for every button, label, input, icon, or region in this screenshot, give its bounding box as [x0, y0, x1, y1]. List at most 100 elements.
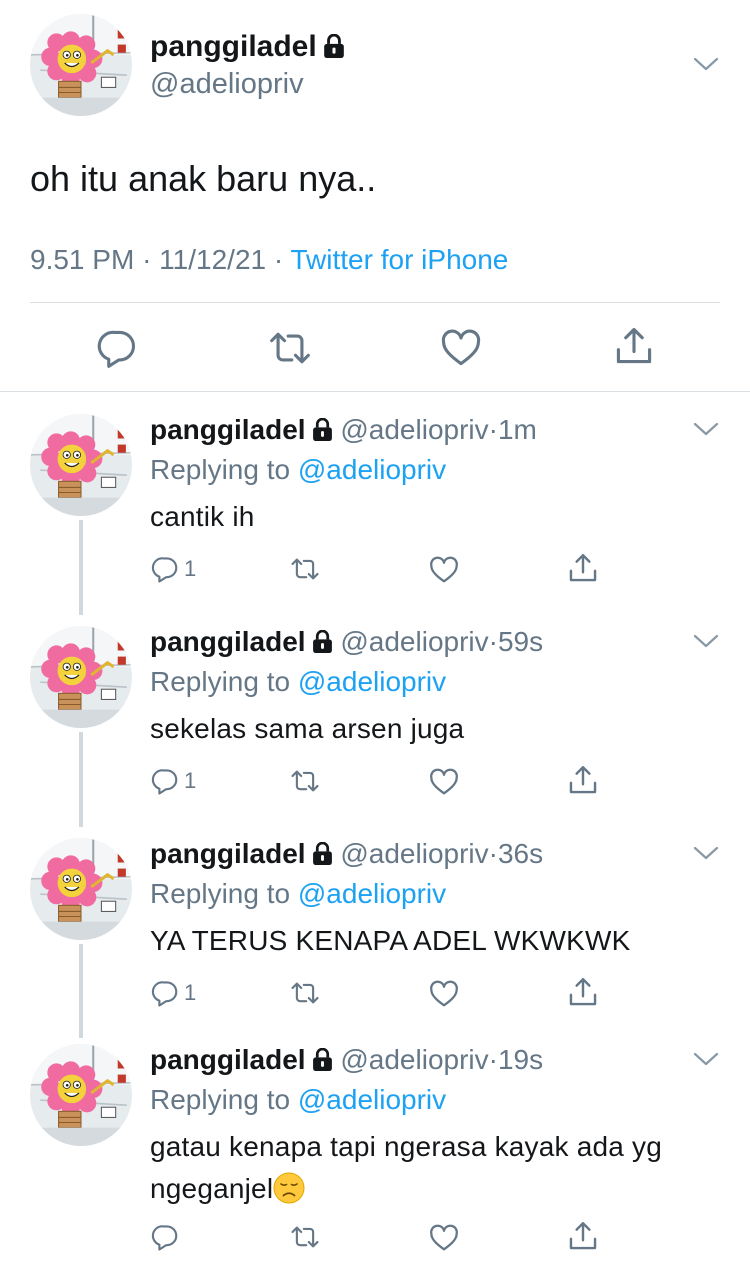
- dot-separator: ·: [488, 1044, 498, 1075]
- reply-tweet[interactable]: panggiladel @adeliopriv·19s Replying to …: [0, 1040, 750, 1265]
- replying-to: Replying to @adeliopriv: [150, 1084, 446, 1116]
- timestamp: 36s: [497, 838, 544, 869]
- reply-button[interactable]: [95, 326, 139, 370]
- lock-icon: [312, 418, 333, 441]
- like-button[interactable]: [427, 1222, 461, 1254]
- dot-separator: ·: [488, 414, 498, 445]
- retweet-button[interactable]: [287, 554, 323, 584]
- timestamp: 1m: [497, 414, 537, 445]
- share-button[interactable]: [612, 324, 656, 368]
- tweet-date: 11/12/21: [159, 244, 267, 275]
- avatar[interactable]: [30, 838, 132, 940]
- retweet-button[interactable]: [287, 1222, 323, 1252]
- reply-count: 1: [184, 556, 197, 581]
- reply-header: panggiladel @adeliopriv·19s: [150, 1044, 543, 1076]
- avatar[interactable]: [30, 1044, 132, 1146]
- display-name[interactable]: panggiladel: [150, 414, 306, 445]
- retweet-icon: [287, 978, 323, 1008]
- handle[interactable]: @adeliopriv: [340, 626, 488, 657]
- share-button[interactable]: [566, 1218, 600, 1254]
- like-button[interactable]: [427, 978, 461, 1010]
- like-icon: [427, 1222, 461, 1254]
- avatar[interactable]: [30, 414, 132, 516]
- share-button[interactable]: [566, 974, 600, 1010]
- like-icon: [427, 766, 461, 798]
- retweet-icon: [287, 766, 323, 796]
- replying-to-handle[interactable]: @adeliopriv: [298, 454, 446, 485]
- chevron-down-icon[interactable]: [692, 420, 720, 438]
- reply-icon: [150, 554, 180, 584]
- retweet-button[interactable]: [287, 978, 323, 1008]
- handle[interactable]: @adeliopriv: [340, 838, 488, 869]
- tweet-text-block: gatau kenapa tapi ngerasa kayak ada yg n…: [150, 1126, 720, 1210]
- display-name[interactable]: panggiladel: [150, 30, 345, 64]
- main-tweet: panggiladel @adeliopriv oh itu anak baru…: [0, 0, 750, 392]
- action-bar: [0, 320, 750, 372]
- share-button[interactable]: [566, 550, 600, 586]
- handle[interactable]: @adeliopriv: [340, 1044, 488, 1075]
- like-button[interactable]: [439, 326, 483, 370]
- retweet-button[interactable]: [287, 766, 323, 796]
- display-name[interactable]: panggiladel: [150, 838, 306, 869]
- chevron-down-icon[interactable]: [692, 632, 720, 650]
- share-icon: [566, 550, 600, 586]
- tweet-text: YA TERUS KENAPA ADEL WKWKWK: [150, 925, 631, 956]
- reply-button[interactable]: [150, 1222, 180, 1252]
- display-name-text[interactable]: panggiladel: [150, 30, 317, 63]
- avatar[interactable]: [30, 626, 132, 728]
- chevron-down-icon[interactable]: [692, 844, 720, 862]
- replying-to: Replying to @adeliopriv: [150, 878, 446, 910]
- tweet-source-link[interactable]: Twitter for iPhone: [290, 244, 508, 275]
- reply-tweet[interactable]: panggiladel @adeliopriv·59s Replying to …: [0, 622, 750, 822]
- tweet-meta: 9.51 PM · 11/12/21 · Twitter for iPhone: [30, 244, 508, 276]
- reply-tweet[interactable]: panggiladel @adeliopriv·1m Replying to @…: [0, 410, 750, 610]
- reply-icon: [150, 978, 180, 1008]
- retweet-icon: [287, 554, 323, 584]
- divider: [30, 302, 720, 303]
- reply-icon: [150, 1222, 180, 1252]
- like-icon: [427, 978, 461, 1010]
- tweet-time: 9.51 PM: [30, 244, 135, 275]
- chevron-down-icon[interactable]: [692, 1050, 720, 1068]
- reply-button[interactable]: 1: [150, 978, 196, 1008]
- like-button[interactable]: [427, 766, 461, 798]
- display-name[interactable]: panggiladel: [150, 1044, 306, 1075]
- replying-prefix: Replying to: [150, 878, 291, 909]
- reply-button[interactable]: 1: [150, 554, 196, 584]
- share-icon: [612, 324, 656, 368]
- tweet-text: cantik ih: [150, 501, 255, 532]
- replying-to: Replying to @adeliopriv: [150, 666, 446, 698]
- reply-tweet[interactable]: panggiladel @adeliopriv·36s Replying to …: [0, 834, 750, 1034]
- handle[interactable]: @adeliopriv: [340, 414, 488, 445]
- reply-count: 1: [184, 768, 197, 793]
- timestamp: 59s: [497, 626, 544, 657]
- replying-to-handle[interactable]: @adeliopriv: [298, 666, 446, 697]
- reply-icon: [95, 326, 139, 370]
- tweet-text: oh itu anak baru nya..: [30, 158, 377, 199]
- retweet-icon: [268, 326, 312, 370]
- replying-prefix: Replying to: [150, 666, 291, 697]
- reply-button[interactable]: 1: [150, 766, 196, 796]
- avatar[interactable]: [30, 14, 132, 116]
- replying-prefix: Replying to: [150, 1084, 291, 1115]
- replying-to-handle[interactable]: @adeliopriv: [298, 878, 446, 909]
- lock-icon: [312, 1048, 333, 1071]
- lock-icon: [312, 842, 333, 865]
- disappointed-face-emoji: [273, 1172, 305, 1204]
- share-button[interactable]: [566, 762, 600, 798]
- lock-icon: [312, 630, 333, 653]
- replying-to-handle[interactable]: @adeliopriv: [298, 1084, 446, 1115]
- reply-header: panggiladel @adeliopriv·36s: [150, 838, 543, 870]
- display-name[interactable]: panggiladel: [150, 626, 306, 657]
- retweet-icon: [287, 1222, 323, 1252]
- handle[interactable]: @adeliopriv: [150, 68, 304, 101]
- meta-separator: ·: [273, 244, 284, 275]
- like-button[interactable]: [427, 554, 461, 586]
- reply-count: 1: [184, 980, 197, 1005]
- chevron-down-icon[interactable]: [692, 55, 720, 73]
- share-icon: [566, 974, 600, 1010]
- like-icon: [427, 554, 461, 586]
- replying-to: Replying to @adeliopriv: [150, 454, 446, 486]
- dot-separator: ·: [488, 626, 498, 657]
- retweet-button[interactable]: [268, 326, 312, 370]
